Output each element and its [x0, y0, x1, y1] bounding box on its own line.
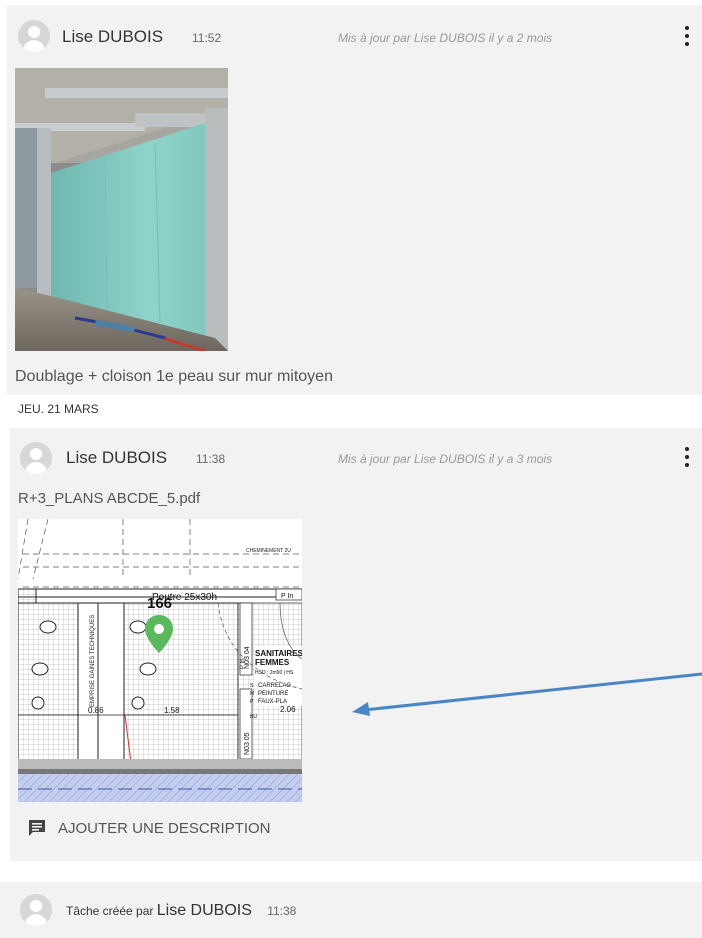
dot-icon [685, 463, 689, 467]
post-photo[interactable] [15, 68, 228, 351]
plan-label-femmes: FEMMES [255, 658, 290, 667]
date-separator: JEU. 21 MARS [18, 402, 99, 416]
post-time: 11:52 [192, 31, 222, 45]
dot-icon [685, 447, 689, 451]
task-created-line: Tâche créée par Lise DUBOIS 11:38 [66, 902, 296, 920]
avatar [20, 894, 52, 926]
more-menu-button[interactable] [684, 26, 690, 48]
attachment-filename[interactable]: R+3_PLANS ABCDE_5.pdf [18, 490, 200, 507]
post-time: 11:38 [196, 452, 226, 466]
plan-label-peinture: PEINTURE [258, 691, 288, 697]
post-updated: Mis à jour par Lise DUBOIS il y a 2 mois [338, 31, 553, 45]
task-time: 11:38 [267, 904, 297, 918]
dot-icon [685, 26, 689, 30]
plan-label-poutre: Poutre 25x30h [152, 592, 217, 603]
dot-icon [685, 42, 689, 46]
plan-label-gaines: EMPRISE GAINES TECHNIQUES [90, 615, 96, 707]
task-author[interactable]: Lise DUBOIS [157, 902, 252, 919]
dot-icon [685, 455, 689, 459]
plan-label-m: M [250, 691, 254, 697]
plan-label-bu: BU [250, 714, 257, 720]
plan-pin-label: P In [240, 658, 246, 669]
plan-pin-top: P In [281, 593, 293, 600]
avatar [20, 442, 52, 474]
plan-label-hsd: HSD : 2m90 | HS [255, 670, 294, 676]
dot-icon [685, 34, 689, 38]
add-description-button[interactable]: AJOUTER UNE DESCRIPTION [28, 818, 271, 838]
post-author[interactable]: Lise DUBOIS [62, 27, 163, 47]
floor-plan: CHEMINEMENT 2U EMPRISE GAINES TECHNIQUES… [18, 519, 302, 802]
avatar [18, 20, 50, 52]
plan-dim-1: 0.86 [88, 706, 104, 715]
more-menu-button[interactable] [684, 447, 690, 469]
comment-icon [29, 820, 45, 836]
plan-label-cheminement: CHEMINEMENT 2U [246, 548, 291, 554]
post-updated: Mis à jour par Lise DUBOIS il y a 3 mois [338, 452, 553, 466]
post-caption: Doublage + cloison 1e peau sur mur mitoy… [15, 368, 333, 385]
annotation-arrow [352, 672, 702, 716]
construction-photo [15, 68, 228, 351]
task-prefix: Tâche créée par [66, 904, 154, 918]
plan-room-2: N03 05 [244, 732, 251, 755]
plan-label-carrelage: CARRELAG [258, 683, 291, 689]
add-description-label: AJOUTER UNE DESCRIPTION [58, 819, 271, 837]
plan-dim-2: 1.58 [164, 706, 180, 715]
plan-dim-3: 2.06 [280, 705, 296, 714]
plan-label-sanitaires: SANITAIRES [255, 649, 302, 658]
plan-thumbnail[interactable]: CHEMINEMENT 2U EMPRISE GAINES TECHNIQUES… [18, 519, 302, 802]
post-author[interactable]: Lise DUBOIS [66, 448, 167, 468]
